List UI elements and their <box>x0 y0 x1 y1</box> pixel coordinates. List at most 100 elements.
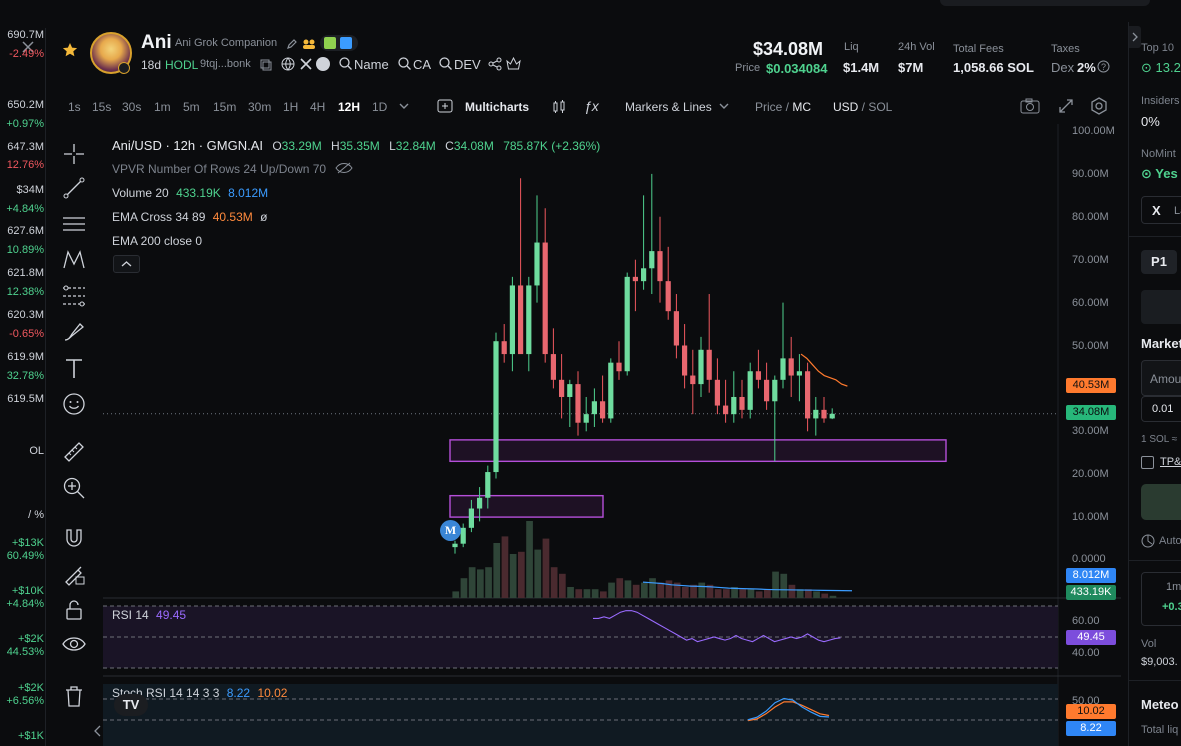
interval-5m[interactable]: 5m <box>183 100 200 114</box>
volume-bar <box>559 573 566 598</box>
volume-bar <box>755 591 763 598</box>
trash-icon[interactable] <box>62 684 86 708</box>
magnet-icon[interactable] <box>62 526 86 550</box>
users-icon[interactable] <box>302 37 316 55</box>
volume-value-b: 8.012M <box>228 186 269 200</box>
vol-label: 24h Vol <box>898 41 935 53</box>
volume-label: Volume 20 <box>112 186 169 200</box>
token-address[interactable]: 9tqj...bonk <box>200 58 251 70</box>
sol-option[interactable]: / SOL <box>858 100 893 114</box>
candle-type-icon[interactable] <box>551 100 567 117</box>
search-dev-link[interactable]: DEV <box>454 57 481 72</box>
horizontal-lines-icon[interactable] <box>62 212 86 236</box>
search-name-icon[interactable] <box>339 57 352 75</box>
brush-icon[interactable] <box>62 320 86 344</box>
copy-icon[interactable] <box>260 58 272 76</box>
volume-bar <box>542 538 550 598</box>
hide-eye-icon[interactable] <box>335 162 354 177</box>
search-ca-icon[interactable] <box>398 57 411 75</box>
market-tab[interactable]: Market <box>1141 336 1181 351</box>
zoom-in-icon[interactable] <box>62 476 86 500</box>
help-icon[interactable]: ? <box>1097 60 1110 78</box>
amount-input[interactable]: Amou <box>1141 360 1181 396</box>
candle-body <box>780 358 786 380</box>
x-login-button[interactable]: X La <box>1141 196 1181 224</box>
x-social-icon[interactable] <box>299 57 313 76</box>
volume-bar <box>682 587 689 598</box>
markers-chevron-icon[interactable] <box>718 100 730 115</box>
candle-body <box>731 396 737 415</box>
interval-chevron-icon[interactable] <box>398 100 410 115</box>
usd-sol-toggle[interactable]: USD / SOL <box>833 100 892 114</box>
legend-h-value: 35.35M <box>339 139 380 153</box>
interval-1d[interactable]: 1D <box>372 100 387 114</box>
ticker-text: +4.84% <box>6 203 44 215</box>
tp-label: TP& <box>1160 456 1181 468</box>
search-ca-link[interactable]: CA <box>413 57 431 72</box>
interval-30s[interactable]: 30s <box>122 100 141 114</box>
crosshair-icon[interactable] <box>62 142 86 166</box>
interval-1m[interactable]: 1m <box>154 100 171 114</box>
interval-30m[interactable]: 30m <box>248 100 271 114</box>
divider <box>1129 236 1181 237</box>
social-badges[interactable] <box>320 35 358 51</box>
interval-12h[interactable]: 12H <box>338 100 360 114</box>
indicators-icon[interactable]: ƒx <box>584 98 599 114</box>
edit-icon[interactable] <box>286 37 298 55</box>
volume-bar <box>468 567 476 598</box>
ruler-icon[interactable] <box>62 440 86 464</box>
candle-body <box>714 379 720 406</box>
collapse-legend-button[interactable] <box>113 255 140 273</box>
price-option[interactable]: Price / <box>755 100 792 114</box>
lock-icon[interactable] <box>62 598 86 622</box>
y-tick-label: 60.00M <box>1072 297 1109 309</box>
price-mc-toggle[interactable]: Price / MC <box>755 100 811 114</box>
emoji-icon[interactable] <box>62 392 86 416</box>
interval-15s[interactable]: 15s <box>92 100 111 114</box>
buy-sell-toggle[interactable] <box>1141 290 1181 324</box>
search-name-link[interactable]: Name <box>354 57 389 72</box>
multicharts-icon[interactable] <box>437 99 453 116</box>
eye-icon[interactable] <box>62 632 86 656</box>
trend-line-icon[interactable] <box>62 176 86 200</box>
usd-option[interactable]: USD <box>833 100 858 114</box>
settings-gear-icon[interactable] <box>1090 97 1108 118</box>
globe-icon[interactable] <box>281 57 295 76</box>
tp-checkbox[interactable] <box>1141 456 1154 469</box>
candle-body <box>452 543 458 548</box>
preset-p1-tab[interactable]: P1 <box>1141 250 1177 274</box>
crown-icon[interactable] <box>506 56 521 76</box>
volume-bar <box>509 554 517 598</box>
fib-icon[interactable] <box>62 284 86 308</box>
ticker-text: 619.9M <box>7 351 44 363</box>
expand-panel-icon[interactable] <box>1129 26 1141 48</box>
multicharts-button[interactable]: Multicharts <box>465 100 529 114</box>
right-panel: Top 10 ⊙ 13.2 Insiders 0% NoMint ⊙ Yes X… <box>1128 22 1181 746</box>
text-tool-icon[interactable] <box>62 356 86 380</box>
pattern-icon[interactable] <box>62 248 86 272</box>
interval-1s[interactable]: 1s <box>68 100 81 114</box>
search-dev-icon[interactable] <box>439 57 452 75</box>
legend-title: Ani/USD · 12h · GMGN.AI <box>112 138 263 153</box>
telegram-icon[interactable] <box>316 57 330 71</box>
lock-drawing-icon[interactable] <box>62 562 86 586</box>
mc-option[interactable]: MC <box>792 100 811 114</box>
share-icon[interactable] <box>488 57 502 76</box>
amount-preset[interactable]: 0.01 <box>1141 396 1181 422</box>
camera-icon[interactable] <box>1020 98 1040 117</box>
y-tick-label: 30.00M <box>1072 425 1109 437</box>
volume-bar <box>616 578 624 598</box>
migration-marker[interactable]: M <box>440 520 461 541</box>
interval-15m[interactable]: 15m <box>213 100 236 114</box>
star-icon[interactable] <box>62 42 78 63</box>
interval-4h[interactable]: 4H <box>310 100 325 114</box>
interval-1h[interactable]: 1H <box>283 100 298 114</box>
legend-o-label: O <box>272 139 282 153</box>
volume-bar <box>567 587 574 598</box>
markers-lines-button[interactable]: Markers & Lines <box>625 100 712 114</box>
candle-body <box>518 285 524 355</box>
scroll-left-icon[interactable] <box>93 724 103 743</box>
period-card[interactable]: 1m +0.3 <box>1141 572 1181 626</box>
fullscreen-icon[interactable] <box>1058 98 1074 117</box>
buy-button[interactable] <box>1141 484 1181 520</box>
